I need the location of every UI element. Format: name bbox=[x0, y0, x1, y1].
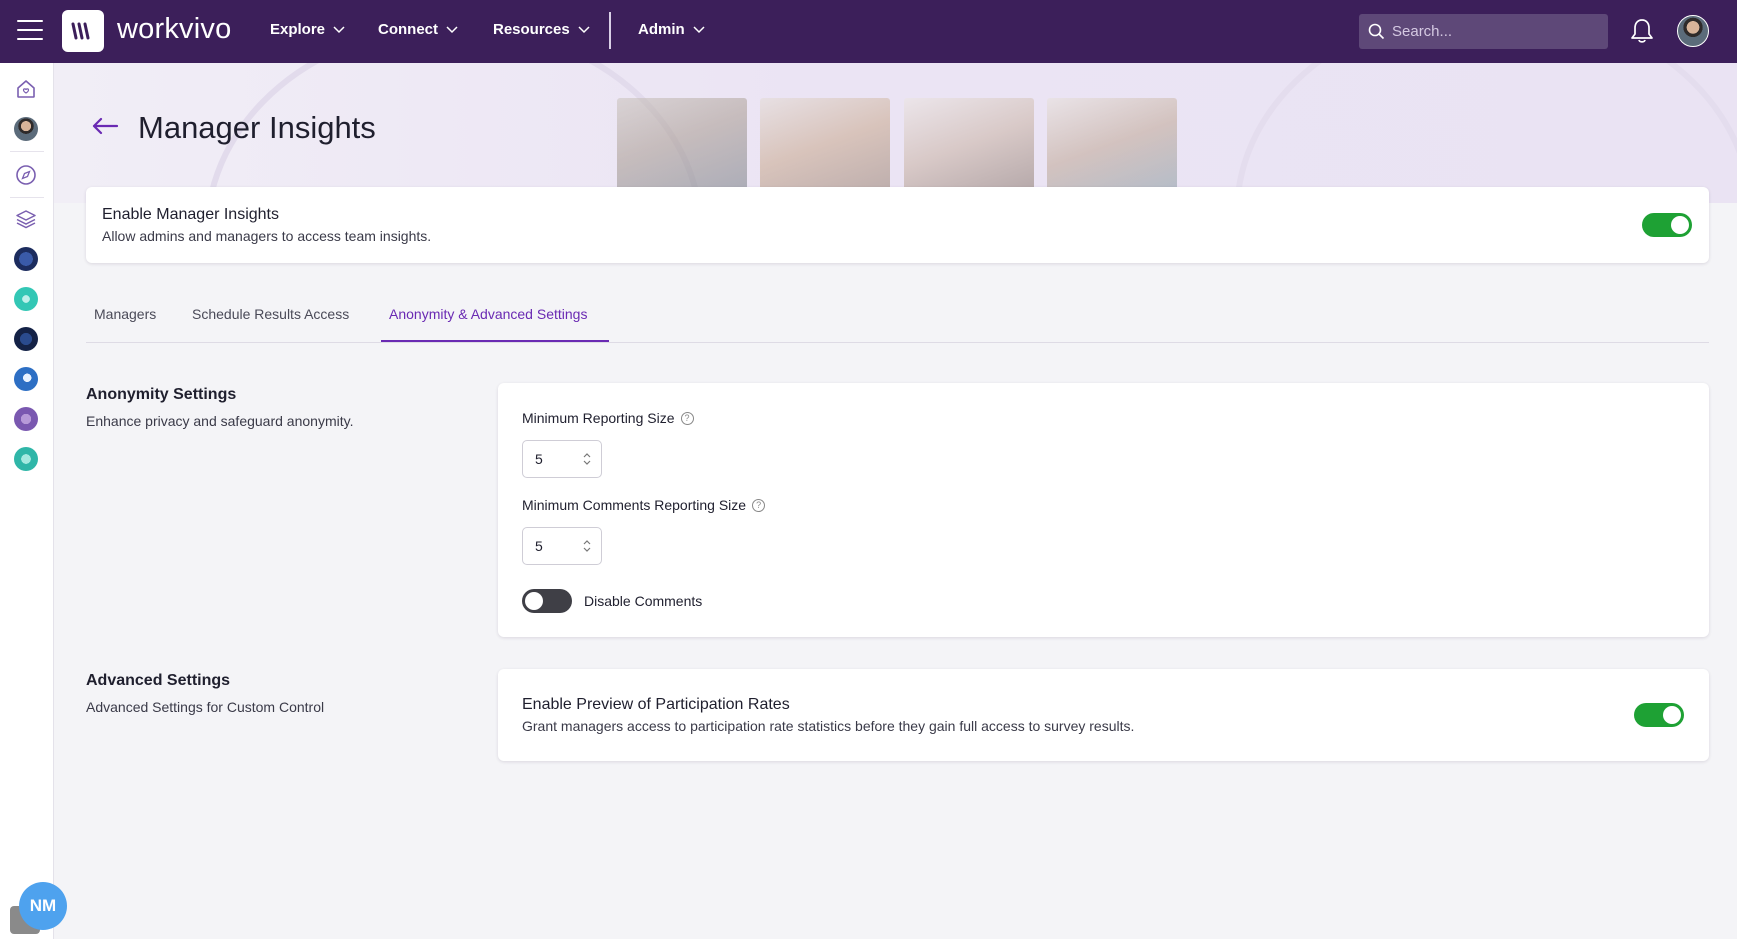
advanced-section-title: Advanced Settings bbox=[86, 672, 231, 689]
enable-manager-insights-toggle[interactable] bbox=[1642, 213, 1692, 237]
participation-rates-title: Enable Preview of Participation Rates bbox=[522, 696, 790, 713]
rail-divider bbox=[10, 151, 44, 152]
stepper-arrows-icon[interactable] bbox=[583, 452, 591, 466]
anonymity-section-subtitle: Enhance privacy and safeguard anonymity. bbox=[86, 413, 354, 429]
stepper-arrows-icon[interactable] bbox=[583, 539, 591, 553]
nav-admin[interactable]: Admin bbox=[638, 21, 705, 38]
min-comments-reporting-size-label: Minimum Comments Reporting Size ? bbox=[522, 497, 766, 513]
nav-explore[interactable]: Explore bbox=[270, 21, 345, 38]
brand-name: workvivo bbox=[117, 13, 232, 45]
min-comments-reporting-size-text: Minimum Comments Reporting Size bbox=[522, 497, 747, 513]
participation-rates-subtitle: Grant managers access to participation r… bbox=[522, 718, 1135, 734]
anonymity-section-title: Anonymity Settings bbox=[86, 386, 237, 403]
enable-manager-insights-card: Enable Manager Insights Allow admins and… bbox=[86, 187, 1709, 263]
space-icon[interactable] bbox=[14, 247, 38, 271]
min-reporting-size-label: Minimum Reporting Size ? bbox=[522, 410, 694, 426]
tab-managers[interactable]: Managers bbox=[94, 306, 156, 322]
rail-divider bbox=[10, 197, 44, 198]
top-navigation-bar: workvivo Explore Connect Resources Admin bbox=[0, 0, 1737, 63]
nav-divider bbox=[609, 12, 611, 49]
chevron-down-icon bbox=[693, 25, 705, 33]
help-icon[interactable]: ? bbox=[680, 411, 694, 425]
chevron-down-icon bbox=[578, 25, 590, 33]
search-input[interactable] bbox=[1392, 23, 1592, 40]
back-arrow-icon[interactable] bbox=[91, 116, 119, 136]
space-icon[interactable] bbox=[14, 367, 38, 391]
page-title: Manager Insights bbox=[138, 110, 376, 145]
min-comments-reporting-size-value: 5 bbox=[535, 538, 543, 554]
min-reporting-size-text: Minimum Reporting Size bbox=[522, 410, 675, 426]
help-icon[interactable]: ? bbox=[752, 498, 766, 512]
workvivo-logo-icon[interactable] bbox=[62, 10, 104, 52]
disable-comments-label: Disable Comments bbox=[584, 593, 703, 609]
compass-icon[interactable] bbox=[14, 163, 38, 187]
chevron-down-icon bbox=[333, 25, 345, 33]
participation-rates-toggle[interactable] bbox=[1634, 703, 1684, 727]
space-icon[interactable] bbox=[14, 287, 38, 311]
active-tab-indicator bbox=[381, 340, 609, 342]
tab-anonymity-advanced-settings[interactable]: Anonymity & Advanced Settings bbox=[389, 306, 587, 322]
settings-tabs: Managers Schedule Results Access Anonymi… bbox=[86, 296, 1709, 343]
min-reporting-size-stepper[interactable]: 5 bbox=[522, 440, 602, 478]
anonymity-settings-card: Minimum Reporting Size ? 5 Minimum Comme… bbox=[498, 383, 1709, 637]
layers-icon[interactable] bbox=[14, 207, 38, 231]
min-comments-reporting-size-stepper[interactable]: 5 bbox=[522, 527, 602, 565]
user-avatar[interactable] bbox=[1677, 15, 1709, 47]
notifications-bell-icon[interactable] bbox=[1629, 17, 1655, 45]
nav-connect[interactable]: Connect bbox=[378, 21, 458, 38]
disable-comments-toggle[interactable] bbox=[522, 589, 572, 613]
nav-explore-label: Explore bbox=[270, 21, 326, 38]
profile-avatar[interactable] bbox=[14, 117, 38, 141]
space-icon[interactable] bbox=[14, 407, 38, 431]
user-initials-badge[interactable]: NM bbox=[19, 882, 67, 930]
space-icon[interactable] bbox=[14, 447, 38, 471]
nav-resources[interactable]: Resources bbox=[493, 21, 590, 38]
nav-resources-label: Resources bbox=[493, 21, 570, 38]
nav-connect-label: Connect bbox=[378, 21, 438, 38]
space-icon[interactable] bbox=[14, 327, 38, 351]
menu-icon[interactable] bbox=[17, 20, 43, 42]
left-rail bbox=[0, 63, 54, 939]
enable-card-title: Enable Manager Insights bbox=[102, 206, 279, 223]
decorative-arc bbox=[1234, 63, 1737, 203]
chevron-down-icon bbox=[446, 25, 458, 33]
tab-schedule-results-access[interactable]: Schedule Results Access bbox=[192, 306, 349, 322]
search-box[interactable] bbox=[1359, 14, 1608, 49]
logo-mark-icon bbox=[71, 22, 90, 40]
advanced-section-subtitle: Advanced Settings for Custom Control bbox=[86, 699, 325, 715]
enable-card-subtitle: Allow admins and managers to access team… bbox=[102, 228, 432, 244]
nav-admin-label: Admin bbox=[638, 21, 685, 38]
min-reporting-size-value: 5 bbox=[535, 451, 543, 467]
search-icon bbox=[1368, 23, 1385, 40]
participation-rates-card: Enable Preview of Participation Rates Gr… bbox=[498, 669, 1709, 761]
home-icon[interactable] bbox=[14, 77, 38, 101]
